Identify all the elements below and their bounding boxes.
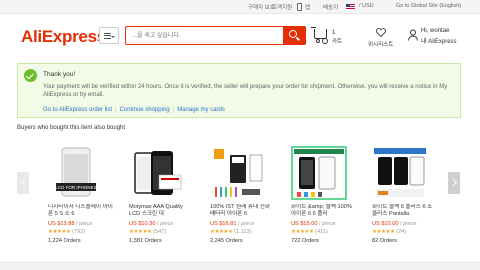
- continue-shopping-link[interactable]: Continue shopping: [120, 107, 170, 113]
- product-rating: ★★★★★ (547): [129, 229, 166, 235]
- currency-selector[interactable]: / USD: [359, 3, 374, 9]
- link-separator: |: [172, 107, 175, 113]
- search-icon: [289, 30, 297, 38]
- order-list-link[interactable]: Go to AliExpress order list: [43, 107, 112, 113]
- product-rating: ★★★★★ (792): [48, 229, 85, 235]
- payment-verification-message: Your payment will be verified within 24 …: [43, 84, 448, 98]
- price-unit: / piece: [76, 221, 93, 227]
- cart-label[interactable]: 카트: [332, 37, 342, 45]
- top-utility-bar: 구매자 보호 고객지원 앱 배송지 / USD Go to Global Sit…: [0, 0, 480, 14]
- price-value: US $10.00: [372, 221, 399, 227]
- global-site-link[interactable]: Go to Global Site (English): [396, 3, 461, 9]
- user-greeting: Hi, wontae: [421, 28, 450, 34]
- price-unit: / piece: [400, 221, 417, 227]
- product-name[interactable]: 디지타이저 디스플레이 아이폰 5 S 소 6: [48, 204, 114, 218]
- product-name[interactable]: 100% IST 원래 휴대 전화 배터리 아이폰 6: [210, 204, 276, 218]
- wishlist-label[interactable]: 위시리스트: [368, 40, 393, 48]
- chevron-left-icon: [20, 178, 29, 187]
- review-count: (24): [396, 229, 407, 235]
- product-name[interactable]: 화이트 블랙 6 플러스 6 조 클러스 Pantalla: [372, 204, 438, 218]
- review-count: (1,113): [234, 229, 252, 235]
- search-button[interactable]: [283, 26, 306, 45]
- search-input[interactable]: [125, 26, 285, 45]
- price-unit: / piece: [319, 221, 336, 227]
- product-image-caption: LCD FOR IPHONES: [55, 185, 96, 190]
- ship-to-label[interactable]: 배송지: [323, 3, 338, 11]
- link-separator: |: [115, 107, 117, 113]
- product-name[interactable]: Motymax AAA Quality LCD 스크린 대: [129, 204, 195, 218]
- rating-stars-icon: ★★★★★: [48, 229, 71, 235]
- rating-stars-icon: ★★★★★: [291, 229, 314, 235]
- categories-menu-button[interactable]: [99, 27, 119, 44]
- order-count: 1,381 Orders: [129, 238, 162, 244]
- hamburger-icon: [104, 33, 111, 39]
- carousel-prev-button[interactable]: [17, 172, 29, 194]
- product-price: US $15.00 / piece: [291, 221, 335, 227]
- order-count: 1,224 Orders: [48, 238, 81, 244]
- also-bought-title: Buyers who bought this item also bought: [17, 125, 126, 131]
- heart-icon[interactable]: [375, 28, 387, 37]
- rating-stars-icon: ★★★★★: [129, 229, 152, 235]
- price-value: US $16.81: [210, 221, 237, 227]
- review-count: (547): [153, 229, 167, 235]
- user-icon[interactable]: [408, 29, 418, 41]
- product-price: US $10.30 / piece: [129, 221, 173, 227]
- order-count: 722 Orders: [291, 238, 319, 244]
- product-image[interactable]: [210, 145, 266, 201]
- cart-count: 1: [332, 30, 336, 36]
- cart-icon[interactable]: [311, 27, 327, 43]
- footer-strip: [0, 262, 480, 270]
- review-count: (792): [72, 229, 86, 235]
- product-price: US $16.81 / piece: [210, 221, 254, 227]
- price-value: US $13.88: [48, 221, 75, 227]
- rating-stars-icon: ★★★★★: [210, 229, 233, 235]
- order-count: 2,245 Orders: [210, 238, 243, 244]
- rating-stars-icon: ★★★★★: [372, 229, 395, 235]
- price-value: US $10.30: [129, 221, 156, 227]
- phone-icon: [297, 3, 302, 11]
- product-image[interactable]: LCD FOR IPHONES: [48, 145, 104, 201]
- thank-you-title: Thank you!: [43, 71, 76, 78]
- product-image[interactable]: [372, 145, 428, 201]
- order-confirmation-panel: Thank you! Your payment will be verified…: [17, 63, 461, 118]
- confirmation-links: Go to AliExpress order list | Continue sho…: [43, 107, 225, 113]
- product-price: US $10.00 / piece: [372, 221, 416, 227]
- product-image[interactable]: [129, 145, 185, 201]
- customer-service-link[interactable]: 고객지원: [272, 3, 292, 11]
- us-flag-icon: [346, 4, 355, 10]
- success-check-icon: [24, 69, 37, 82]
- price-unit: / piece: [157, 221, 174, 227]
- review-count: (411): [315, 229, 328, 235]
- chevron-down-icon: [111, 36, 115, 38]
- product-rating: ★★★★★ (24): [372, 229, 406, 235]
- logo-text: AliExpress: [21, 27, 106, 46]
- product-image[interactable]: [291, 145, 347, 201]
- my-aliexpress-link[interactable]: 내 AliExpress: [421, 36, 457, 45]
- price-value: US $15.00: [291, 221, 318, 227]
- product-rating: ★★★★★ (411): [291, 229, 328, 235]
- product-name[interactable]: 화이트 &amp; 블랙 100% 아이폰 6 6 플러: [291, 204, 357, 218]
- buyer-protection-link[interactable]: 구매자 보호: [248, 3, 275, 11]
- product-rating: ★★★★★ (1,113): [210, 229, 251, 235]
- manage-cards-link[interactable]: Manage my cards: [177, 107, 225, 113]
- carousel-next-button[interactable]: [448, 172, 460, 194]
- order-count: 82 Orders: [372, 238, 397, 244]
- chevron-right-icon: [449, 178, 458, 187]
- price-unit: / piece: [238, 221, 255, 227]
- app-link[interactable]: 앱: [305, 3, 310, 11]
- product-price: US $13.88 / piece: [48, 221, 92, 227]
- aliexpress-logo[interactable]: AliExpress®: [21, 27, 110, 47]
